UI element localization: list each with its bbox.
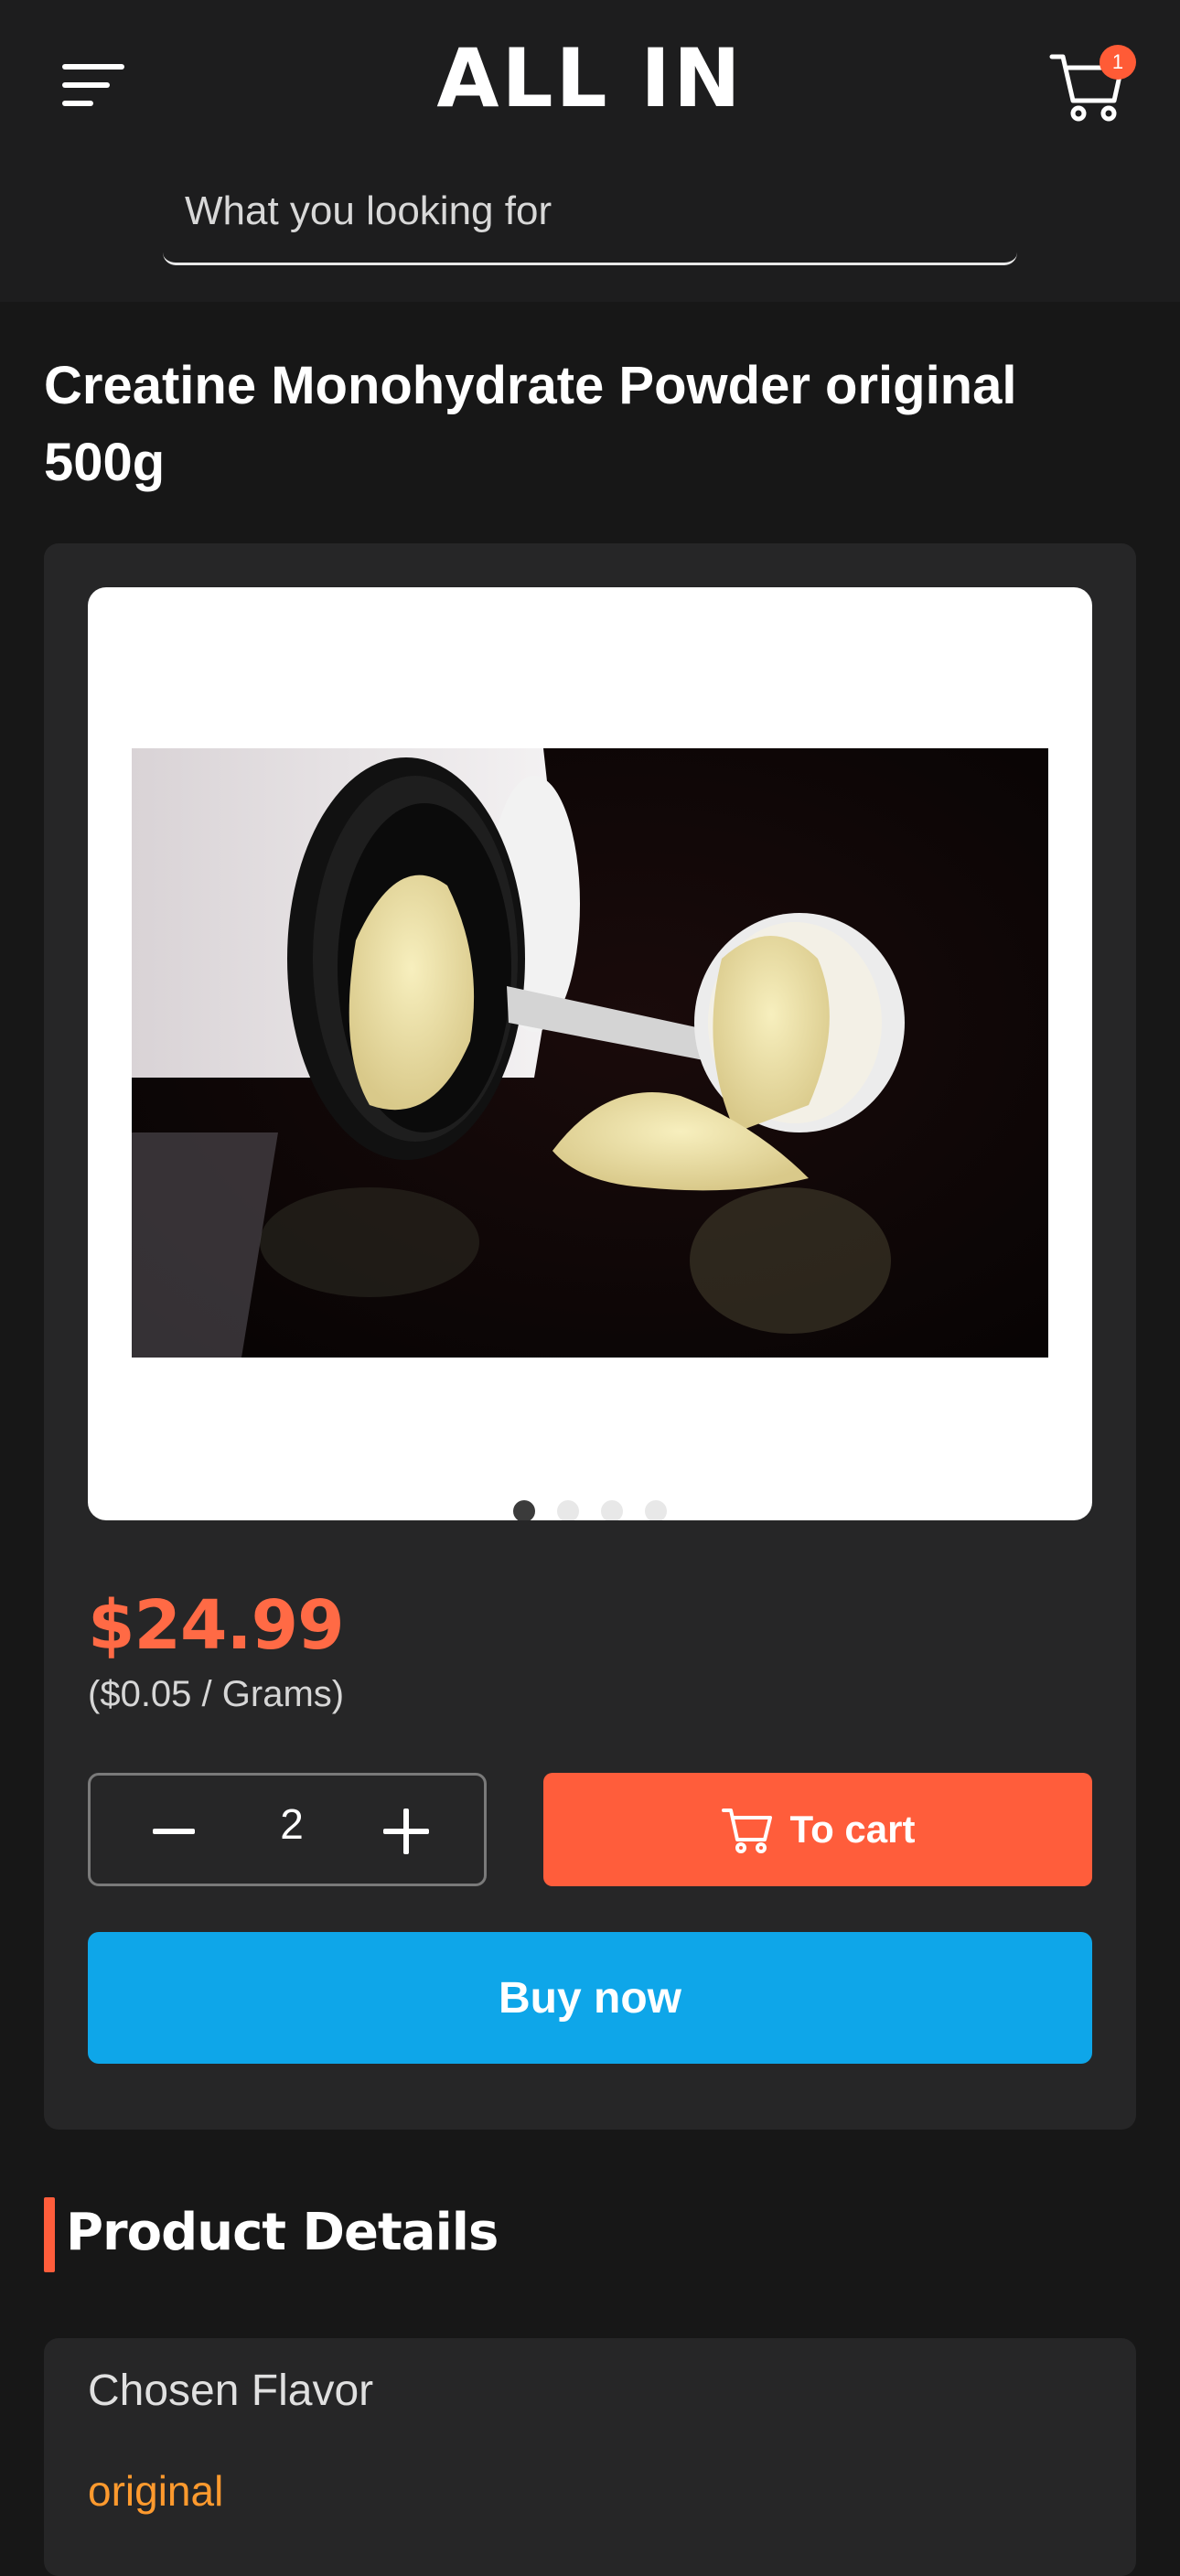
app-header: ALL IN 1 [0, 0, 1180, 302]
search-bar [163, 174, 1017, 265]
pagination-dot-1[interactable] [513, 1500, 535, 1520]
quantity-stepper: 2 [88, 1773, 487, 1886]
product-details-heading: Product Details [66, 2203, 499, 2262]
chosen-flavor-label: Chosen Flavor [88, 2367, 374, 2415]
cart-small-icon [721, 1809, 772, 1853]
gallery-pagination [88, 1500, 1092, 1520]
cart-count-badge: 1 [1100, 45, 1136, 80]
chosen-flavor-value[interactable]: original [88, 2466, 223, 2516]
product-card: $24.99 ($0.05 / Grams) 2 To cart Buy now [44, 543, 1136, 2130]
search-input[interactable] [183, 174, 992, 249]
buy-now-label: Buy now [499, 1973, 681, 2023]
unit-price: ($0.05 / Grams) [88, 1674, 345, 1714]
product-title: Creatine Monohydrate Powder original 500… [44, 356, 1017, 492]
plus-icon[interactable] [383, 1809, 429, 1854]
pagination-dot-4[interactable] [645, 1500, 667, 1520]
pagination-dot-3[interactable] [601, 1500, 623, 1520]
product-gallery[interactable] [88, 587, 1092, 1520]
minus-icon[interactable] [153, 1829, 195, 1834]
section-accent-bar [44, 2197, 55, 2272]
product-details-card: Chosen Flavor original [44, 2338, 1136, 2576]
pagination-dot-2[interactable] [557, 1500, 579, 1520]
buy-now-button[interactable]: Buy now [88, 1932, 1092, 2064]
add-to-cart-label: To cart [789, 1808, 916, 1851]
product-photo [132, 748, 1048, 1358]
product-price: $24.99 [88, 1586, 345, 1665]
add-to-cart-button[interactable]: To cart [543, 1773, 1092, 1886]
quantity-value[interactable]: 2 [246, 1799, 338, 1849]
brand-logo[interactable]: ALL IN [0, 38, 1180, 119]
